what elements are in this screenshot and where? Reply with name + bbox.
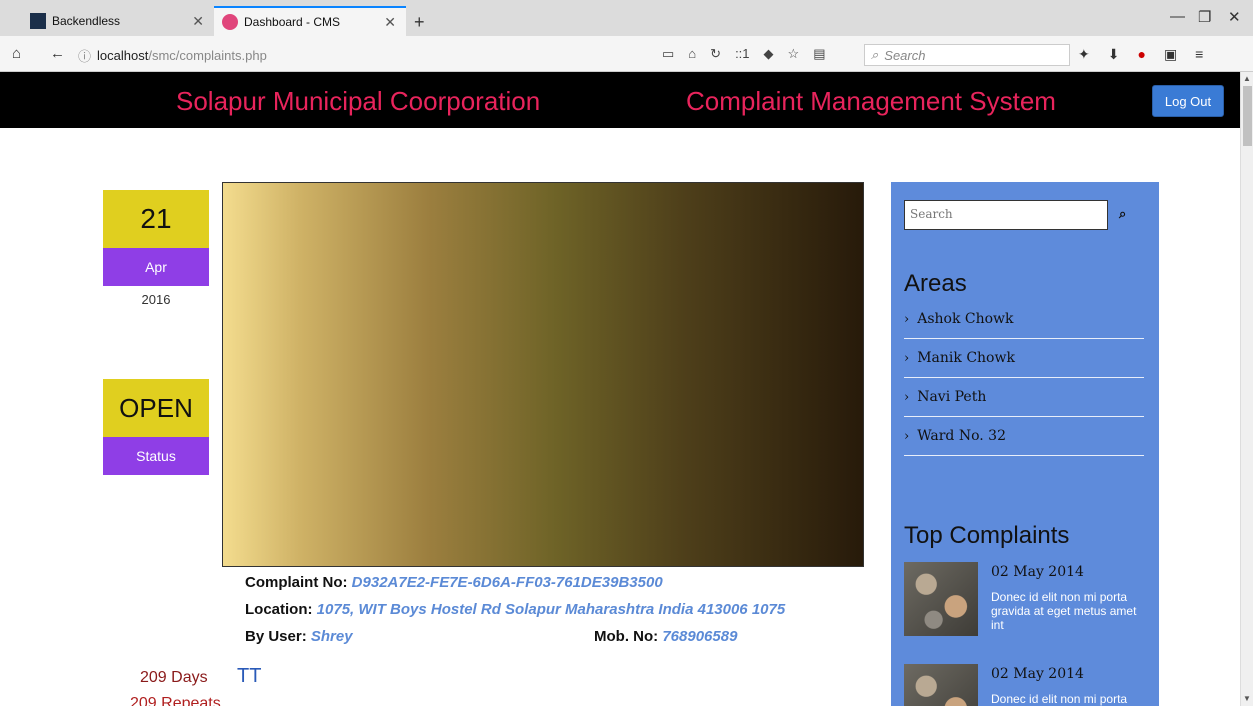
tab-title: Dashboard - CMS — [244, 15, 341, 29]
minimize-icon[interactable]: — — [1170, 8, 1185, 25]
bookmark-star-icon[interactable]: ☆ — [788, 46, 800, 62]
repeats-count: 209 Repeats — [130, 695, 221, 706]
mob-label: Mob. No: — [594, 628, 659, 645]
date-year: 2016 — [141, 291, 171, 307]
home-icon[interactable]: ⌂ — [12, 45, 21, 62]
logout-button[interactable]: Log Out — [1152, 85, 1224, 117]
sidebar: Search ⌕ Areas › Ashok Chowk › Manik Chowk… — [891, 182, 1159, 706]
download-icon[interactable]: ⬇ — [1108, 46, 1120, 63]
date-day: 21 — [103, 190, 209, 248]
adblock-icon[interactable]: ● — [1137, 46, 1145, 63]
close-window-icon[interactable]: ✕ — [1228, 8, 1241, 26]
days-count: 209 Days — [140, 669, 208, 686]
zoom-indicator[interactable]: ::1 — [735, 46, 749, 62]
menu-icon[interactable]: ≡ — [1195, 46, 1203, 63]
user-value: Shrey — [310, 628, 353, 645]
restore-icon[interactable]: ❐ — [1198, 8, 1211, 26]
chevron-right-icon: › — [904, 428, 910, 444]
area-item[interactable]: › Ward No. 32 — [904, 417, 1144, 456]
browser-nav-bar: ⌂ ← ⓘ localhost/smc/complaints.php ▭ ⌂ ↻… — [0, 36, 1253, 72]
areas-heading: Areas — [904, 270, 967, 297]
complaint-date: 21 Apr 2016 — [103, 190, 209, 312]
complaint-thumbnail — [904, 562, 978, 636]
close-tab-icon[interactable]: ✕ — [192, 13, 204, 30]
search-placeholder: Search — [884, 47, 926, 63]
extension-icon[interactable]: ✦ — [1078, 46, 1090, 63]
area-item[interactable]: › Navi Peth — [904, 378, 1144, 417]
areas-list: › Ashok Chowk › Manik Chowk › Navi Peth › Wa… — [904, 300, 1144, 456]
complaint-title: TT — [237, 665, 262, 687]
site-header: Solapur Municipal Coorporation Complaint… — [0, 72, 1240, 128]
reader-view-icon[interactable]: ▭ — [662, 46, 674, 62]
back-icon[interactable]: ← — [50, 45, 65, 62]
area-label: Navi Peth — [917, 389, 987, 405]
top-complaint-text: Donec id elit non mi porta — [991, 692, 1128, 706]
tab-title: Backendless — [52, 14, 121, 28]
top-complaint-item[interactable]: 02 May 2014 Donec id elit non mi porta g… — [904, 562, 1149, 636]
complaint-number: Complaint No: D932A7E2-FE7E-6D6A-FF03-76… — [245, 574, 663, 591]
tab-dashboard[interactable]: Dashboard - CMS ✕ — [214, 6, 406, 36]
status-value: OPEN — [103, 379, 209, 437]
home-page-icon[interactable]: ⌂ — [688, 46, 696, 62]
area-item[interactable]: › Ashok Chowk — [904, 300, 1144, 339]
chevron-right-icon: › — [904, 350, 910, 366]
url-actions: ▭ ⌂ ↻ ::1 ◆ ☆ ▤ — [662, 46, 825, 62]
user-label: By User: — [245, 628, 307, 645]
scroll-up-icon[interactable]: ▲ — [1243, 74, 1251, 83]
pocket-icon[interactable]: ◆ — [764, 46, 774, 62]
status-label: Status — [103, 437, 209, 475]
area-label: Ward No. 32 — [917, 428, 1006, 444]
top-complaint-item[interactable]: 02 May 2014 Donec id elit non mi porta — [904, 664, 1149, 706]
search-icon[interactable]: ⌕ — [1119, 206, 1126, 222]
browser-search-input[interactable]: ⌕ Search — [864, 44, 1070, 66]
search-icon: ⌕ — [871, 47, 879, 62]
close-tab-icon[interactable]: ✕ — [384, 14, 396, 31]
complaint-user: By User: Shrey — [245, 628, 353, 645]
area-item[interactable]: › Manik Chowk — [904, 339, 1144, 378]
bookmarks-library-icon[interactable]: ▤ — [813, 46, 825, 62]
complaint-status: OPEN Status — [103, 379, 209, 475]
new-tab-icon[interactable]: + — [414, 12, 425, 33]
tab-backendless[interactable]: Backendless ✕ — [22, 6, 214, 36]
system-title: Complaint Management System — [686, 86, 1056, 116]
reload-icon[interactable]: ↻ — [710, 46, 721, 62]
info-icon[interactable]: ⓘ — [78, 46, 91, 65]
top-complaint-text: Donec id elit non mi porta gravida at eg… — [991, 590, 1137, 632]
chevron-right-icon: › — [904, 389, 910, 405]
date-month: Apr — [103, 248, 209, 286]
location-label: Location: — [245, 601, 313, 618]
scroll-thumb[interactable] — [1243, 86, 1252, 146]
sidebar-search-input[interactable]: Search — [904, 200, 1108, 230]
area-label: Manik Chowk — [917, 350, 1015, 366]
dashboard-favicon-icon — [222, 14, 238, 30]
pocket-save-icon[interactable]: ▣ — [1164, 46, 1177, 63]
page-content: Solapur Municipal Coorporation Complaint… — [0, 72, 1240, 706]
top-complaint-date: 02 May 2014 — [991, 564, 1084, 580]
top-complaint-date: 02 May 2014 — [991, 666, 1084, 682]
complaint-thumbnail — [904, 664, 978, 706]
browser-tab-bar: Backendless ✕ Dashboard - CMS ✕ + — ❐ ✕ — [0, 0, 1253, 36]
area-label: Ashok Chowk — [917, 311, 1014, 327]
url-path: /smc/complaints.php — [148, 47, 267, 63]
sidebar-search-placeholder: Search — [910, 207, 953, 221]
mob-value: 768906589 — [662, 628, 738, 645]
complaint-mobile: Mob. No: 768906589 — [594, 628, 737, 645]
backendless-favicon-icon — [30, 13, 46, 29]
complaint-photo — [222, 182, 864, 567]
scroll-down-icon[interactable]: ▼ — [1243, 694, 1251, 703]
complaint-location: Location: 1075, WIT Boys Hostel Rd Solap… — [245, 601, 785, 618]
url-host: localhost — [97, 47, 149, 63]
page-scrollbar[interactable]: ▲ ▼ — [1240, 72, 1253, 706]
toolbar-icons: ✦ ⬇ ● ▣ ≡ — [1078, 46, 1203, 63]
complaint-no-value: D932A7E2-FE7E-6D6A-FF03-761DE39B3500 — [351, 574, 663, 591]
location-value: 1075, WIT Boys Hostel Rd Solapur Maharas… — [316, 601, 786, 618]
top-complaints-heading: Top Complaints — [904, 522, 1070, 549]
org-title: Solapur Municipal Coorporation — [176, 86, 541, 116]
complaint-no-label: Complaint No: — [245, 574, 348, 591]
chevron-right-icon: › — [904, 311, 910, 327]
